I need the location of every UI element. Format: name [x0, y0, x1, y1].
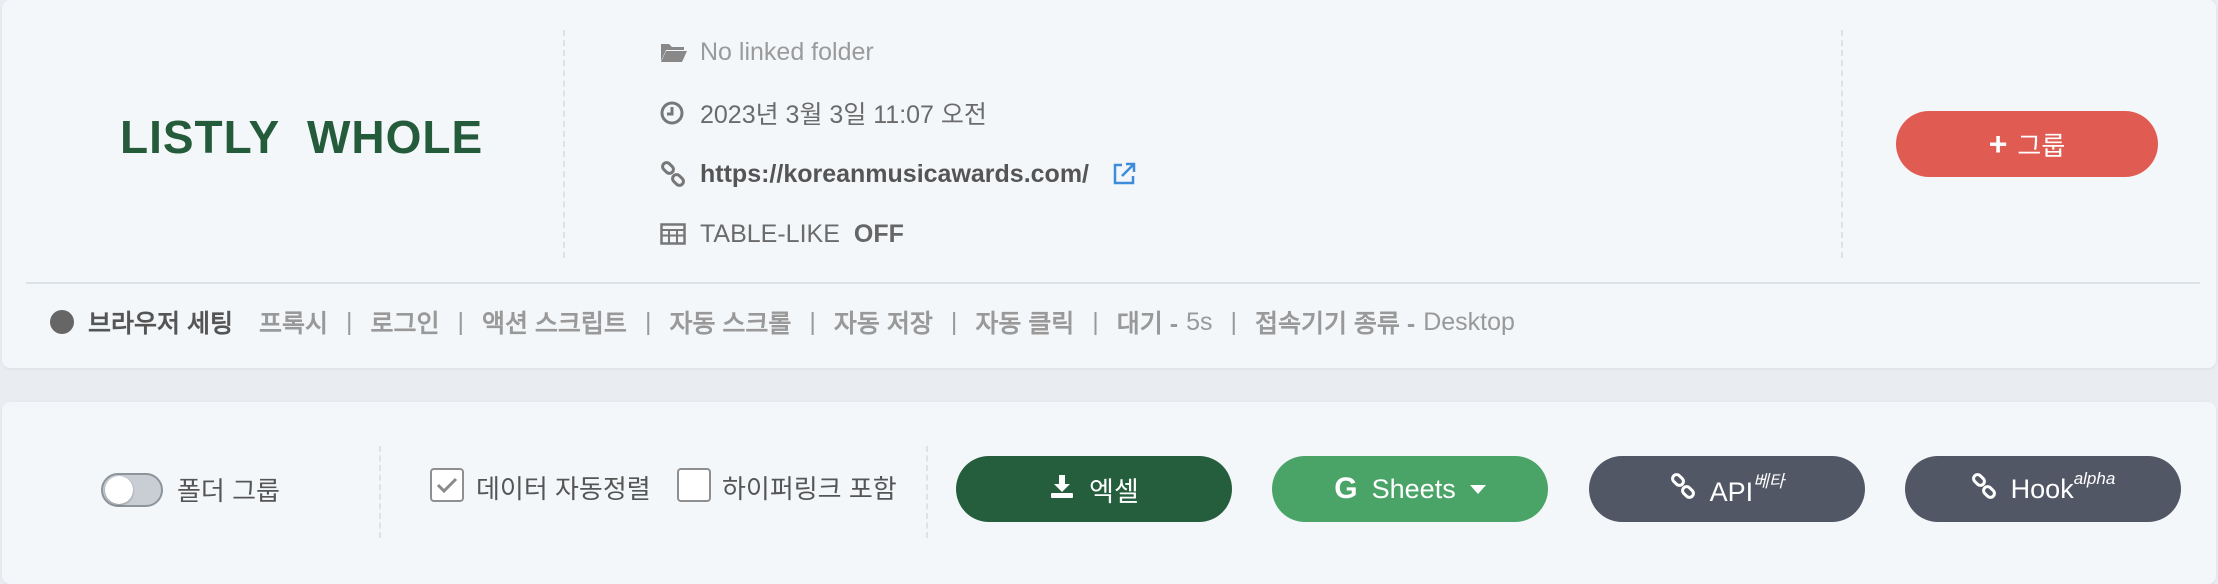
folder-status: No linked folder [700, 37, 874, 66]
link-icon [1670, 472, 1696, 506]
setting-proxy[interactable]: 프록시 [259, 304, 328, 340]
settings-divider [26, 282, 2200, 284]
clock-icon [660, 101, 700, 125]
source-url[interactable]: https://koreanmusicawards.com/ [700, 160, 1089, 189]
summary-card: LISTLY WHOLE No linked folder 2023년 3월 3… [2, 0, 2216, 368]
setting-auto-save[interactable]: 자동 저장 [834, 304, 933, 340]
setting-auto-scroll[interactable]: 자동 스크롤 [669, 304, 791, 340]
setting-auto-click[interactable]: 자동 클릭 [975, 304, 1074, 340]
url-row: https://koreanmusicawards.com/ [660, 154, 1137, 194]
folder-row: No linked folder [660, 32, 874, 72]
page-title: LISTLY WHOLE [120, 111, 484, 163]
setting-device[interactable]: 접속기기 종류 - [1255, 304, 1415, 340]
separator: | [457, 307, 464, 336]
folder-group-toggle[interactable] [101, 473, 163, 507]
plus-icon: + [1988, 126, 2008, 162]
google-icon: G [1334, 472, 1358, 505]
link-icon [660, 161, 700, 187]
excel-download-button[interactable]: 엑셀 [956, 456, 1232, 522]
setting-wait[interactable]: 대기 - [1117, 304, 1178, 340]
table-like-row: TABLE-LIKE OFF [660, 214, 904, 254]
setting-device-value: Desktop [1423, 307, 1515, 336]
table-icon [660, 223, 700, 245]
separator: | [1230, 307, 1237, 336]
excel-label: 엑셀 [1089, 476, 1139, 507]
add-group-button[interactable]: + 그룹 [1896, 111, 2158, 177]
auto-sort-label: 데이터 자동정렬 [476, 474, 651, 504]
datetime: 2023년 3월 3일 11:07 오전 [700, 101, 987, 129]
add-group-label: 그룹 [2017, 130, 2066, 161]
sheets-button[interactable]: G Sheets [1272, 456, 1548, 522]
table-like-label: TABLE-LIKE [700, 219, 840, 248]
browser-settings-label[interactable]: 브라우저 세팅 [88, 304, 233, 340]
setting-action-script[interactable]: 액션 스크립트 [482, 304, 627, 340]
download-icon [1049, 473, 1075, 506]
folder-open-icon [660, 41, 700, 63]
hyperlink-label: 하이퍼링크 포함 [722, 474, 897, 504]
status-dot [50, 310, 74, 334]
browser-settings: 브라우저 세팅 프록시 | 로그인 | 액션 스크립트 | 자동 스크롤 | 자… [50, 304, 1515, 340]
separator: | [809, 307, 816, 336]
hyperlink-checkbox[interactable] [677, 468, 711, 502]
api-badge: 베타 [1753, 471, 1785, 491]
divider-right [1841, 30, 1843, 258]
toggle-knob [105, 476, 133, 504]
hook-button[interactable]: Hookalpha [1905, 456, 2181, 522]
auto-sort-checkbox[interactable] [430, 468, 464, 502]
link-icon [1971, 472, 1997, 506]
folder-group-label: 폴더 그룹 [177, 476, 280, 506]
hook-label: Hookalpha [2010, 469, 2116, 504]
hook-badge: alpha [2073, 469, 2116, 488]
divider-bottom-2 [926, 446, 928, 538]
separator: | [345, 307, 353, 336]
table-like-value: OFF [853, 219, 904, 248]
datetime-row: 2023년 3월 3일 11:07 오전 [660, 93, 987, 133]
caret-down-icon [1469, 484, 1486, 494]
setting-wait-value: 5s [1186, 307, 1213, 336]
api-button[interactable]: API베타 [1589, 456, 1865, 522]
separator: | [644, 307, 652, 336]
external-link-icon[interactable] [1111, 161, 1137, 187]
sheets-label: Sheets [1371, 473, 1456, 504]
divider-left [563, 30, 565, 258]
api-label: API베타 [1709, 471, 1785, 507]
separator: | [950, 307, 958, 336]
divider-bottom-1 [379, 446, 381, 538]
setting-login[interactable]: 로그인 [370, 304, 439, 340]
separator: | [1092, 307, 1099, 336]
